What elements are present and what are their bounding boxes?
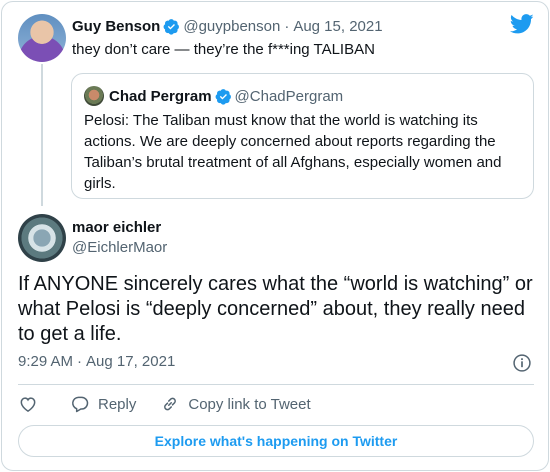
heart-icon	[20, 397, 36, 412]
tweet-date[interactable]: Aug 15, 2021	[293, 18, 382, 35]
separator-dot: ·	[284, 18, 290, 35]
main-author-handle[interactable]: @EichlerMaor	[72, 239, 167, 256]
quoted-tweet-text: Pelosi: The Taliban must know that the w…	[84, 112, 502, 192]
author-handle[interactable]: @guypbenson	[183, 18, 280, 35]
tweet-embed-card: Guy Benson @guypbenson · Aug 15, 2021 th…	[1, 1, 549, 471]
quoted-tweet-header: Chad Pergram @ChadPergram	[84, 86, 343, 106]
separator-dot: ·	[77, 353, 83, 370]
tweet-date[interactable]: Aug 17, 2021	[86, 353, 175, 370]
reply-button[interactable]: Reply	[70, 394, 136, 414]
avatar-maor-eichler[interactable]	[18, 214, 66, 262]
tweet-timestamp[interactable]: 9:29 AM · Aug 17, 2021	[18, 353, 175, 370]
tweet-actions: Reply Copy link to Tweet	[18, 394, 311, 414]
verified-badge-icon	[215, 88, 231, 105]
avatar-guy-benson[interactable]	[18, 14, 66, 62]
quoted-author-name: Chad Pergram	[109, 87, 212, 105]
info-icon[interactable]	[512, 353, 532, 373]
link-icon	[164, 397, 177, 411]
quoted-author-handle: @ChadPergram	[234, 87, 344, 105]
explore-twitter-button[interactable]: Explore what's happening on Twitter	[18, 425, 534, 457]
parent-tweet-text: they don’t care — they’re the f***ing TA…	[72, 41, 375, 58]
copy-link-label[interactable]: Copy link to Tweet	[188, 396, 310, 413]
avatar-chad-pergram	[84, 86, 104, 106]
main-tweet-text: If ANYONE sincerely cares what the “worl…	[18, 273, 533, 345]
author-name[interactable]: Guy Benson	[72, 18, 160, 35]
divider	[18, 384, 534, 385]
parent-tweet-header: Guy Benson @guypbenson · Aug 15, 2021	[72, 18, 383, 35]
tweet-time[interactable]: 9:29 AM	[18, 353, 73, 370]
thread-connector-line	[41, 64, 43, 206]
reply-bubble-icon	[72, 396, 89, 413]
copy-link-button[interactable]: Copy link to Tweet	[160, 394, 311, 414]
main-author-name[interactable]: maor eichler	[72, 219, 161, 236]
quoted-tweet-card[interactable]: Chad Pergram @ChadPergram Pelosi: The Ta…	[71, 73, 534, 199]
reply-label[interactable]: Reply	[98, 396, 136, 413]
like-button[interactable]	[18, 394, 38, 414]
verified-badge-icon	[163, 19, 180, 35]
twitter-bird-icon[interactable]	[510, 14, 534, 34]
